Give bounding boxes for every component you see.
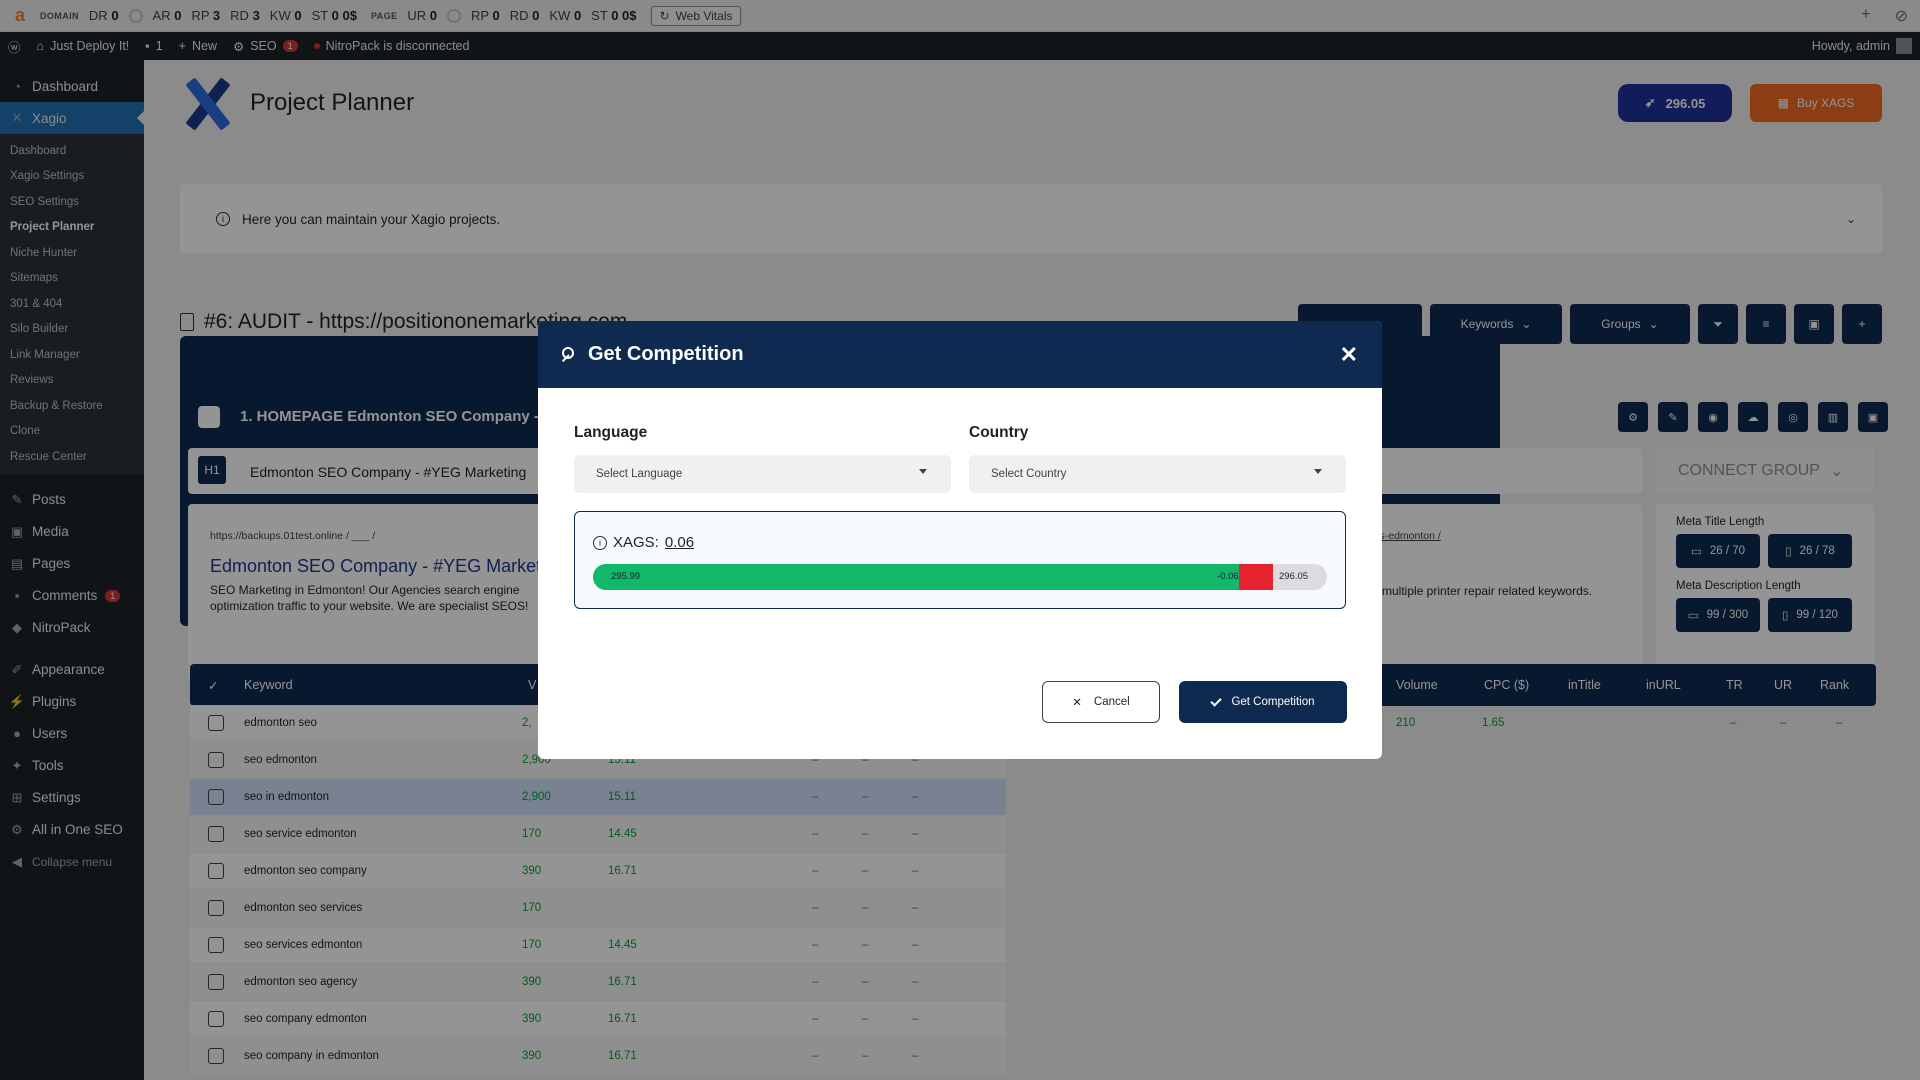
language-select[interactable]: Select Language — [574, 455, 951, 493]
info-icon: i — [593, 535, 607, 550]
modal-header: Get Competition ✕ — [538, 321, 1382, 388]
language-placeholder: Select Language — [596, 468, 683, 480]
cost-bar — [1239, 564, 1273, 590]
balance-total-label: 296.05 — [1279, 571, 1309, 582]
key-icon — [558, 346, 574, 363]
language-label: Language — [574, 424, 648, 441]
cost-label: -0.06 — [1217, 571, 1239, 582]
get-competition-modal: Get Competition ✕ Language Select Langua… — [538, 321, 1382, 759]
caret-down-icon — [1314, 469, 1322, 474]
check-icon — [1210, 694, 1223, 707]
modal-title: Get Competition — [588, 343, 744, 365]
xags-cost-line: i XAGS: 0.06 — [593, 534, 694, 551]
country-placeholder: Select Country — [991, 468, 1067, 480]
close-icon[interactable]: ✕ — [1340, 342, 1358, 368]
xags-label: XAGS: — [613, 534, 659, 551]
xags-balance-progress: 295.99 -0.06 296.05 — [593, 564, 1327, 590]
country-label: Country — [969, 424, 1029, 441]
country-select[interactable]: Select Country — [969, 455, 1346, 493]
get-competition-button[interactable]: Get Competition — [1179, 681, 1347, 723]
xags-cost-box: i XAGS: 0.06 295.99 -0.06 296.05 — [574, 511, 1346, 609]
close-icon: ✕ — [1072, 697, 1082, 709]
balance-remaining-bar — [593, 564, 1239, 590]
caret-down-icon — [919, 469, 927, 474]
balance-after-label: 295.99 — [611, 571, 641, 582]
xags-cost-value: 0.06 — [664, 534, 695, 551]
cancel-button[interactable]: ✕ Cancel — [1042, 681, 1160, 723]
